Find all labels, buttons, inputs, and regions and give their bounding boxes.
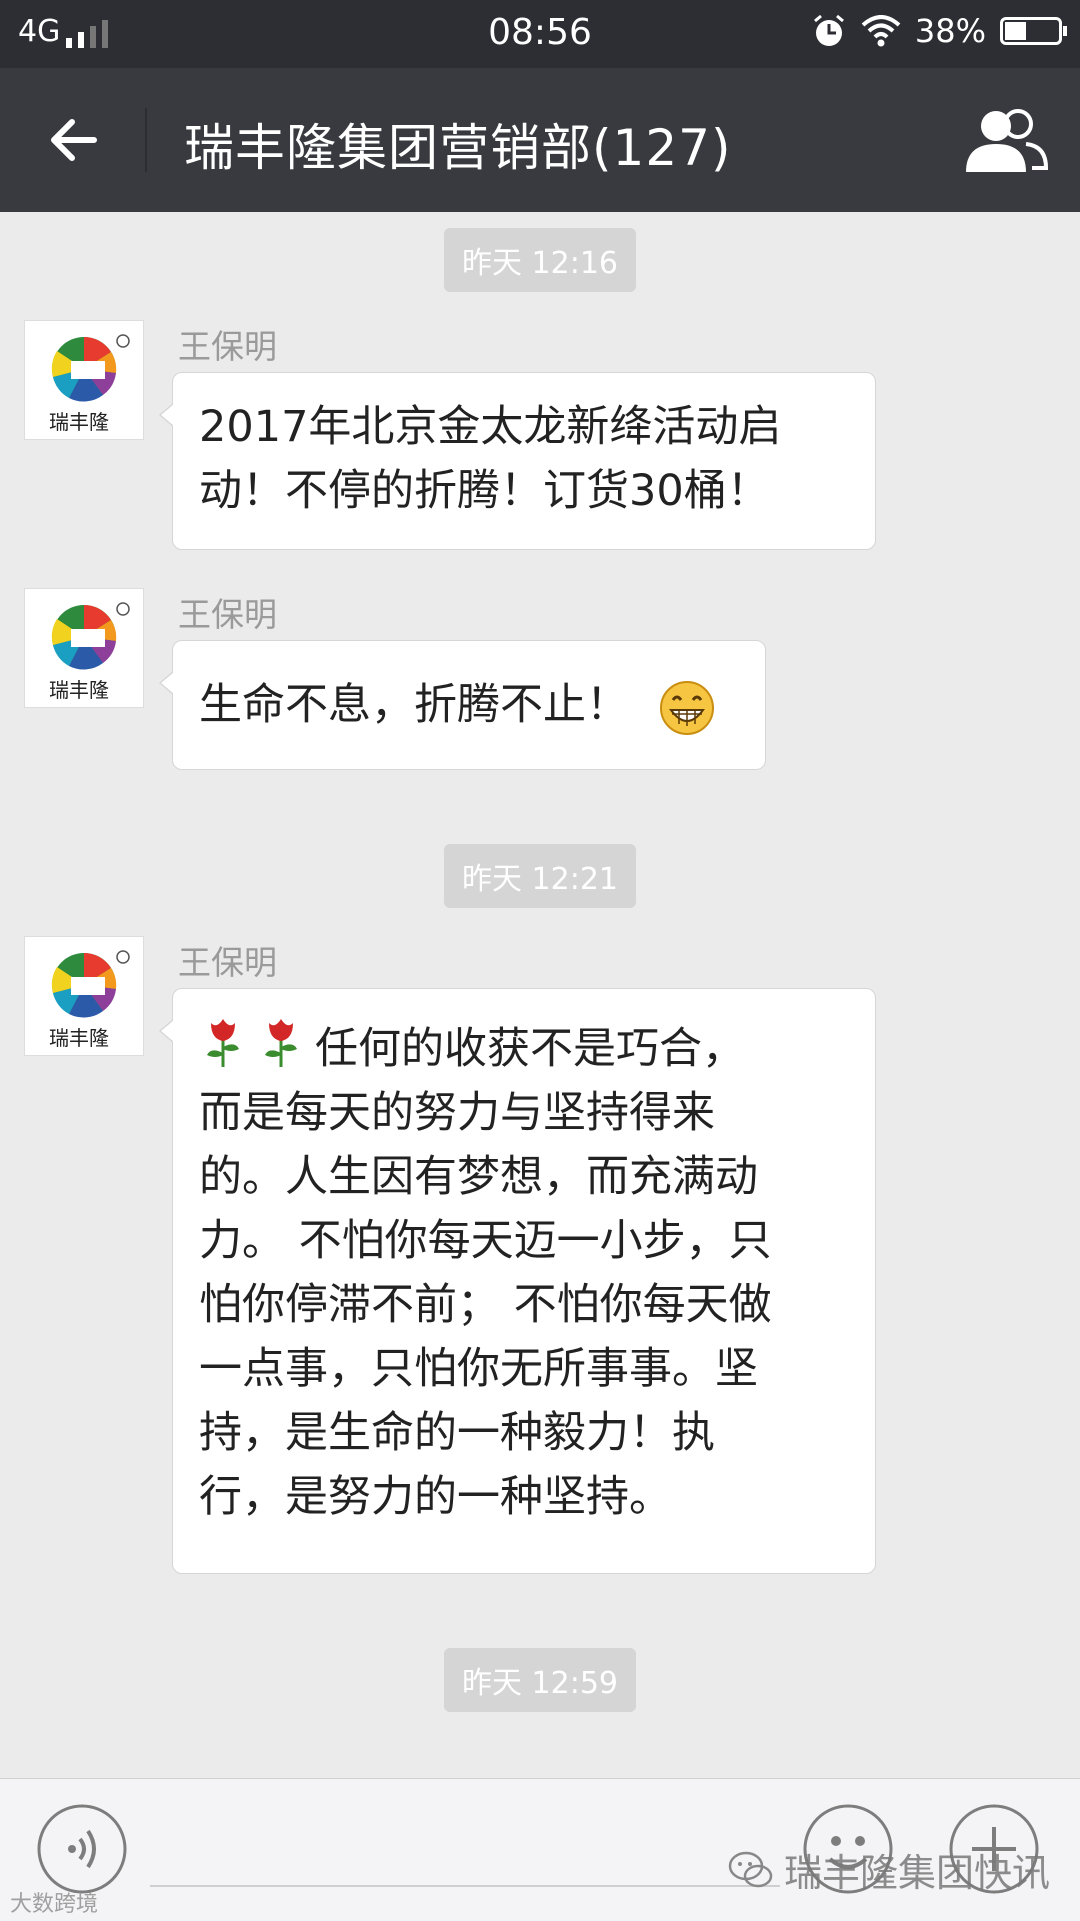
avatar[interactable]: 瑞丰隆 (24, 320, 144, 440)
message-input[interactable] (150, 1885, 780, 1887)
message-line: 行，是努力的一种坚持。 (199, 1472, 672, 1522)
status-bar: 4G 08:56 38% (0, 0, 1080, 68)
logo-text: 瑞丰隆 (49, 678, 109, 702)
chat-title: 瑞丰隆集团营销部(127) (184, 119, 732, 177)
voice-icon[interactable] (36, 1803, 128, 1895)
message-line: 而是每天的努力与坚持得来 (199, 1088, 715, 1138)
watermark-text: 瑞丰隆集团快讯 (784, 1851, 1051, 1895)
battery-icon (1000, 17, 1067, 45)
arrow-left-icon[interactable] (44, 110, 104, 170)
header-divider (145, 108, 147, 172)
message-line: 力。 不怕你每天迈一小步，只 (199, 1216, 772, 1266)
message-bubble[interactable]: 任何的收获不是巧合， 而是每天的努力与坚持得来 的。人生因有梦想，而充满动 力。… (159, 988, 876, 1574)
corner-watermark: 大数跨境 (10, 1892, 99, 1917)
sender-name: 王保明 (178, 943, 277, 982)
timestamp: 昨天 12:16 (0, 228, 1080, 292)
chat-header: 瑞丰隆集团营销部(127) (0, 68, 1080, 212)
sender-name: 王保明 (178, 595, 277, 634)
wifi-icon (861, 15, 901, 47)
grinning-face-icon (659, 680, 714, 735)
timestamp: 昨天 12:21 (0, 844, 1080, 908)
message-line: 动！不停的折腾！订货30桶！ (199, 466, 770, 516)
message-line: 任何的收获不是巧合， (315, 1024, 745, 1074)
company-logo: 瑞丰隆 (49, 602, 130, 702)
group-members-icon[interactable] (960, 104, 1050, 176)
watermark: 瑞丰隆集团快讯 (728, 1842, 1050, 1897)
company-logo: 瑞丰隆 (49, 950, 130, 1050)
message-line: 一点事，只怕你无所事事。坚 (199, 1344, 758, 1394)
message-line: 2017年北京金太龙新绛活动启 (199, 402, 782, 452)
message-line: 持，是生命的一种毅力！执 (199, 1408, 715, 1458)
rose-icon (265, 1019, 297, 1067)
message-line: 生命不息，折腾不止！ (199, 680, 629, 730)
wechat-icon (728, 1851, 773, 1887)
message-line: 的。人生因有梦想，而充满动 (199, 1152, 758, 1202)
message-bubble[interactable]: 2017年北京金太龙新绛活动启 动！不停的折腾！订货30桶！ (159, 372, 876, 550)
logo-text: 瑞丰隆 (49, 410, 109, 434)
alarm-icon (813, 14, 844, 46)
message-bubble[interactable]: 生命不息，折腾不止！ (159, 640, 766, 770)
company-logo: 瑞丰隆 (49, 334, 130, 434)
timestamp: 昨天 12:59 (0, 1648, 1080, 1712)
message-line: 怕你停滞不前； 不怕你每天做 (199, 1280, 772, 1330)
logo-text: 瑞丰隆 (49, 1026, 109, 1050)
sender-name: 王保明 (178, 327, 277, 366)
avatar[interactable]: 瑞丰隆 (24, 588, 144, 708)
avatar[interactable]: 瑞丰隆 (24, 936, 144, 1056)
battery-percent: 38% (914, 12, 986, 50)
rose-icon (207, 1019, 239, 1067)
